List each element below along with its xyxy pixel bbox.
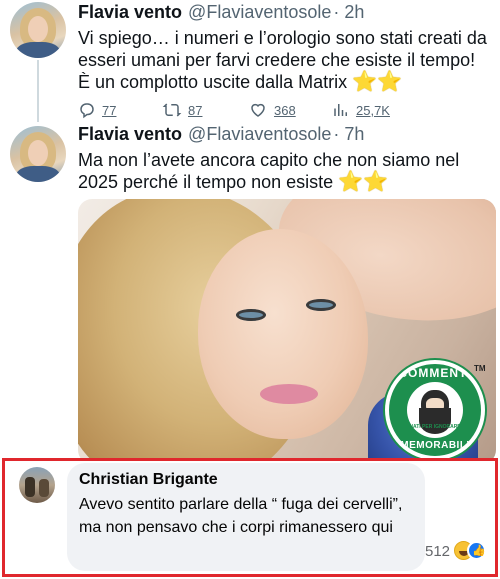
reply-count: 77 [102, 102, 117, 118]
tweet-2-header: Flavia vento @Flaviaventosole · 7h [78, 124, 364, 145]
reply-icon [80, 103, 94, 119]
comment-highlight: Christian Brigante Avevo sentito parlare… [2, 458, 498, 577]
tweet-time[interactable]: · 2h [333, 2, 364, 22]
commenter-avatar[interactable] [19, 467, 55, 503]
tweet-1-text: Vi spiego… i numeri e l’orologio sono st… [78, 27, 488, 93]
watermark-middle-text: NATI PER IGNORARE [409, 424, 461, 430]
author-handle[interactable]: @Flaviaventosole [188, 124, 331, 144]
tweet-2-avatar[interactable] [10, 126, 66, 182]
watermark-top-text: COMMENTI [398, 366, 472, 380]
like-count: 368 [274, 102, 296, 118]
thread-line [37, 60, 39, 122]
star-emoji: ⭐⭐ [338, 171, 388, 193]
views-count: 25,7K [356, 102, 390, 118]
author-name[interactable]: Flavia vento [78, 124, 182, 144]
commenter-name[interactable]: Christian Brigante [79, 471, 218, 489]
watermark-logo: COMMENTI NATI PER IGNORARE MEMORABILI [385, 360, 485, 460]
tweet-1-header: Flavia vento @Flaviaventosole · 2h [78, 2, 364, 23]
views-button[interactable]: 25,7K [332, 101, 390, 119]
tweet-1-text-content: Vi spiego… i numeri e l’orologio sono st… [78, 28, 487, 92]
retweet-count: 87 [188, 102, 203, 118]
like-reaction-icon: 👍 [467, 541, 487, 560]
retweet-icon [162, 103, 182, 117]
tweet-2-text: Ma non l’avete ancora capito che non sia… [78, 149, 488, 193]
views-icon [334, 104, 347, 116]
retweet-button[interactable]: 87 [162, 101, 202, 119]
tweet-2-text-content: Ma non l’avete ancora capito che non sia… [78, 150, 460, 192]
tweet-1-avatar[interactable] [10, 2, 66, 58]
comment-bubble: Christian Brigante Avevo sentito parlare… [67, 463, 425, 571]
reply-button[interactable]: 77 [78, 101, 116, 119]
tweet-1: Flavia vento @Flaviaventosole · 2h Vi spie… [0, 0, 500, 125]
like-button[interactable]: 368 [248, 101, 296, 119]
tweet-time[interactable]: · 7h [333, 124, 364, 144]
reaction-count: 512 [425, 542, 451, 560]
star-emoji: ⭐⭐ [352, 71, 402, 93]
like-icon [251, 103, 265, 117]
comment-text: Avevo sentito parlare della “ fuga dei c… [79, 496, 403, 536]
watermark-bottom-text: MEMORABILI [400, 440, 470, 451]
trademark-label: TM [474, 364, 486, 373]
reaction-icons: 👍 [454, 541, 487, 561]
comment-reactions[interactable]: 512 👍 [425, 541, 487, 561]
author-name[interactable]: Flavia vento [78, 2, 182, 22]
author-handle[interactable]: @Flaviaventosole [188, 2, 331, 22]
